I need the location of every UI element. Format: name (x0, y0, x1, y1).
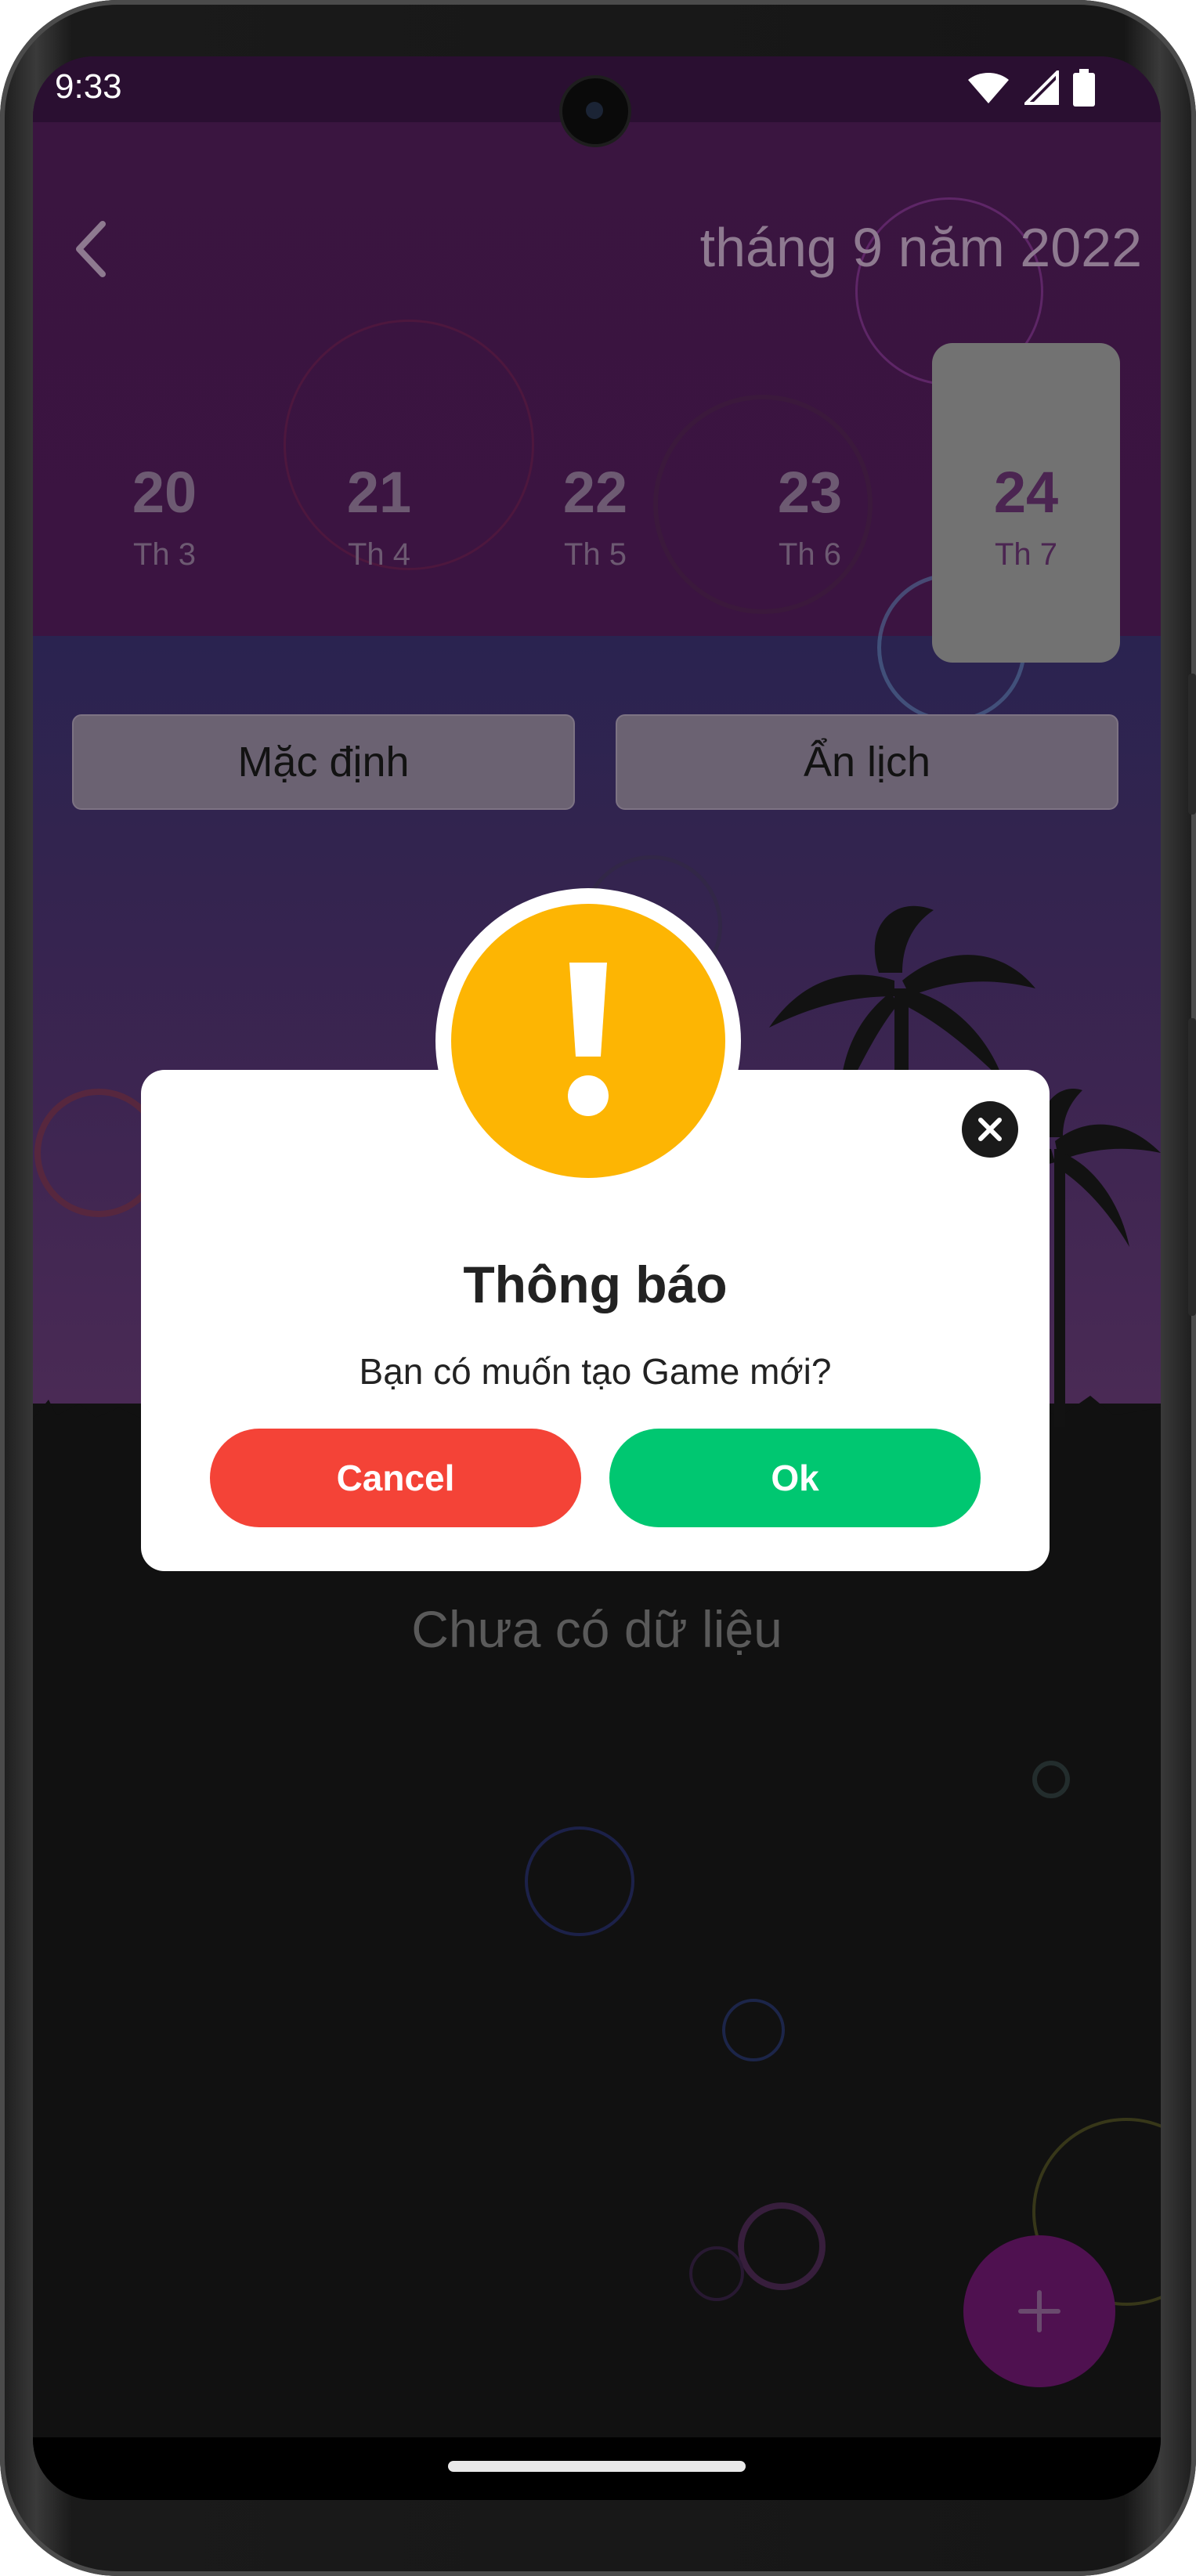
date-item-20[interactable]: 20 Th 3 (86, 460, 243, 572)
chevron-left-icon (76, 221, 106, 277)
app-screen: 9:33 tháng 9 năm 2022 20 Th 3 21 Th 4 22… (33, 56, 1161, 2500)
ok-button[interactable]: Ok (609, 1429, 981, 1527)
wifi-icon (968, 73, 1009, 103)
power-button (1188, 674, 1196, 815)
battery-icon (1073, 69, 1095, 107)
date-number: 20 (132, 460, 197, 525)
back-button[interactable] (55, 213, 127, 285)
home-indicator[interactable] (448, 2461, 746, 2472)
date-weekday: Th 3 (132, 537, 197, 572)
cellular-signal-icon (1024, 70, 1059, 105)
date-number: 21 (346, 460, 412, 525)
default-mode-button[interactable]: Mặc định (72, 714, 575, 810)
add-button[interactable] (963, 2235, 1115, 2387)
close-icon (978, 1118, 1002, 1141)
date-item-24: 24 Th 7 (948, 460, 1104, 572)
date-weekday: Th 7 (994, 537, 1058, 572)
phone-frame: 9:33 tháng 9 năm 2022 20 Th 3 21 Th 4 22… (0, 0, 1196, 2576)
status-time: 9:33 (55, 67, 122, 106)
plus-icon (1018, 2290, 1061, 2332)
warning-exclamation-icon (451, 904, 725, 1178)
date-item-21[interactable]: 21 Th 4 (301, 460, 457, 572)
cancel-button[interactable]: Cancel (210, 1429, 581, 1527)
hide-calendar-button[interactable]: Ẩn lịch (616, 714, 1118, 810)
decor-circle (689, 2246, 744, 2301)
date-item-23[interactable]: 23 Th 6 (732, 460, 888, 572)
decor-circle (738, 2202, 826, 2290)
close-button[interactable] (962, 1101, 1018, 1158)
decor-circle (1032, 1761, 1070, 1798)
status-icons (967, 69, 1095, 107)
date-weekday: Th 4 (347, 537, 411, 572)
front-camera (562, 78, 628, 144)
decor-circle (722, 1999, 785, 2061)
date-number: 23 (777, 460, 843, 525)
date-item-22[interactable]: 22 Th 5 (517, 460, 674, 572)
date-weekday: Th 5 (563, 537, 627, 572)
date-number: 22 (562, 460, 628, 525)
date-weekday: Th 6 (778, 537, 842, 572)
date-item-selected[interactable]: 24 Th 7 (932, 343, 1120, 663)
date-number: 24 (993, 460, 1059, 525)
dialog-title: Thông báo (463, 1255, 728, 1313)
exclamation-icon (568, 963, 609, 1116)
dialog-message: Bạn có muốn tạo Game mới? (359, 1351, 832, 1392)
volume-button (1188, 1018, 1196, 1316)
decor-circle (525, 1826, 634, 1936)
empty-state-text: Chưa có dữ liệu (411, 1600, 782, 1658)
month-title: tháng 9 năm 2022 (699, 217, 1142, 278)
